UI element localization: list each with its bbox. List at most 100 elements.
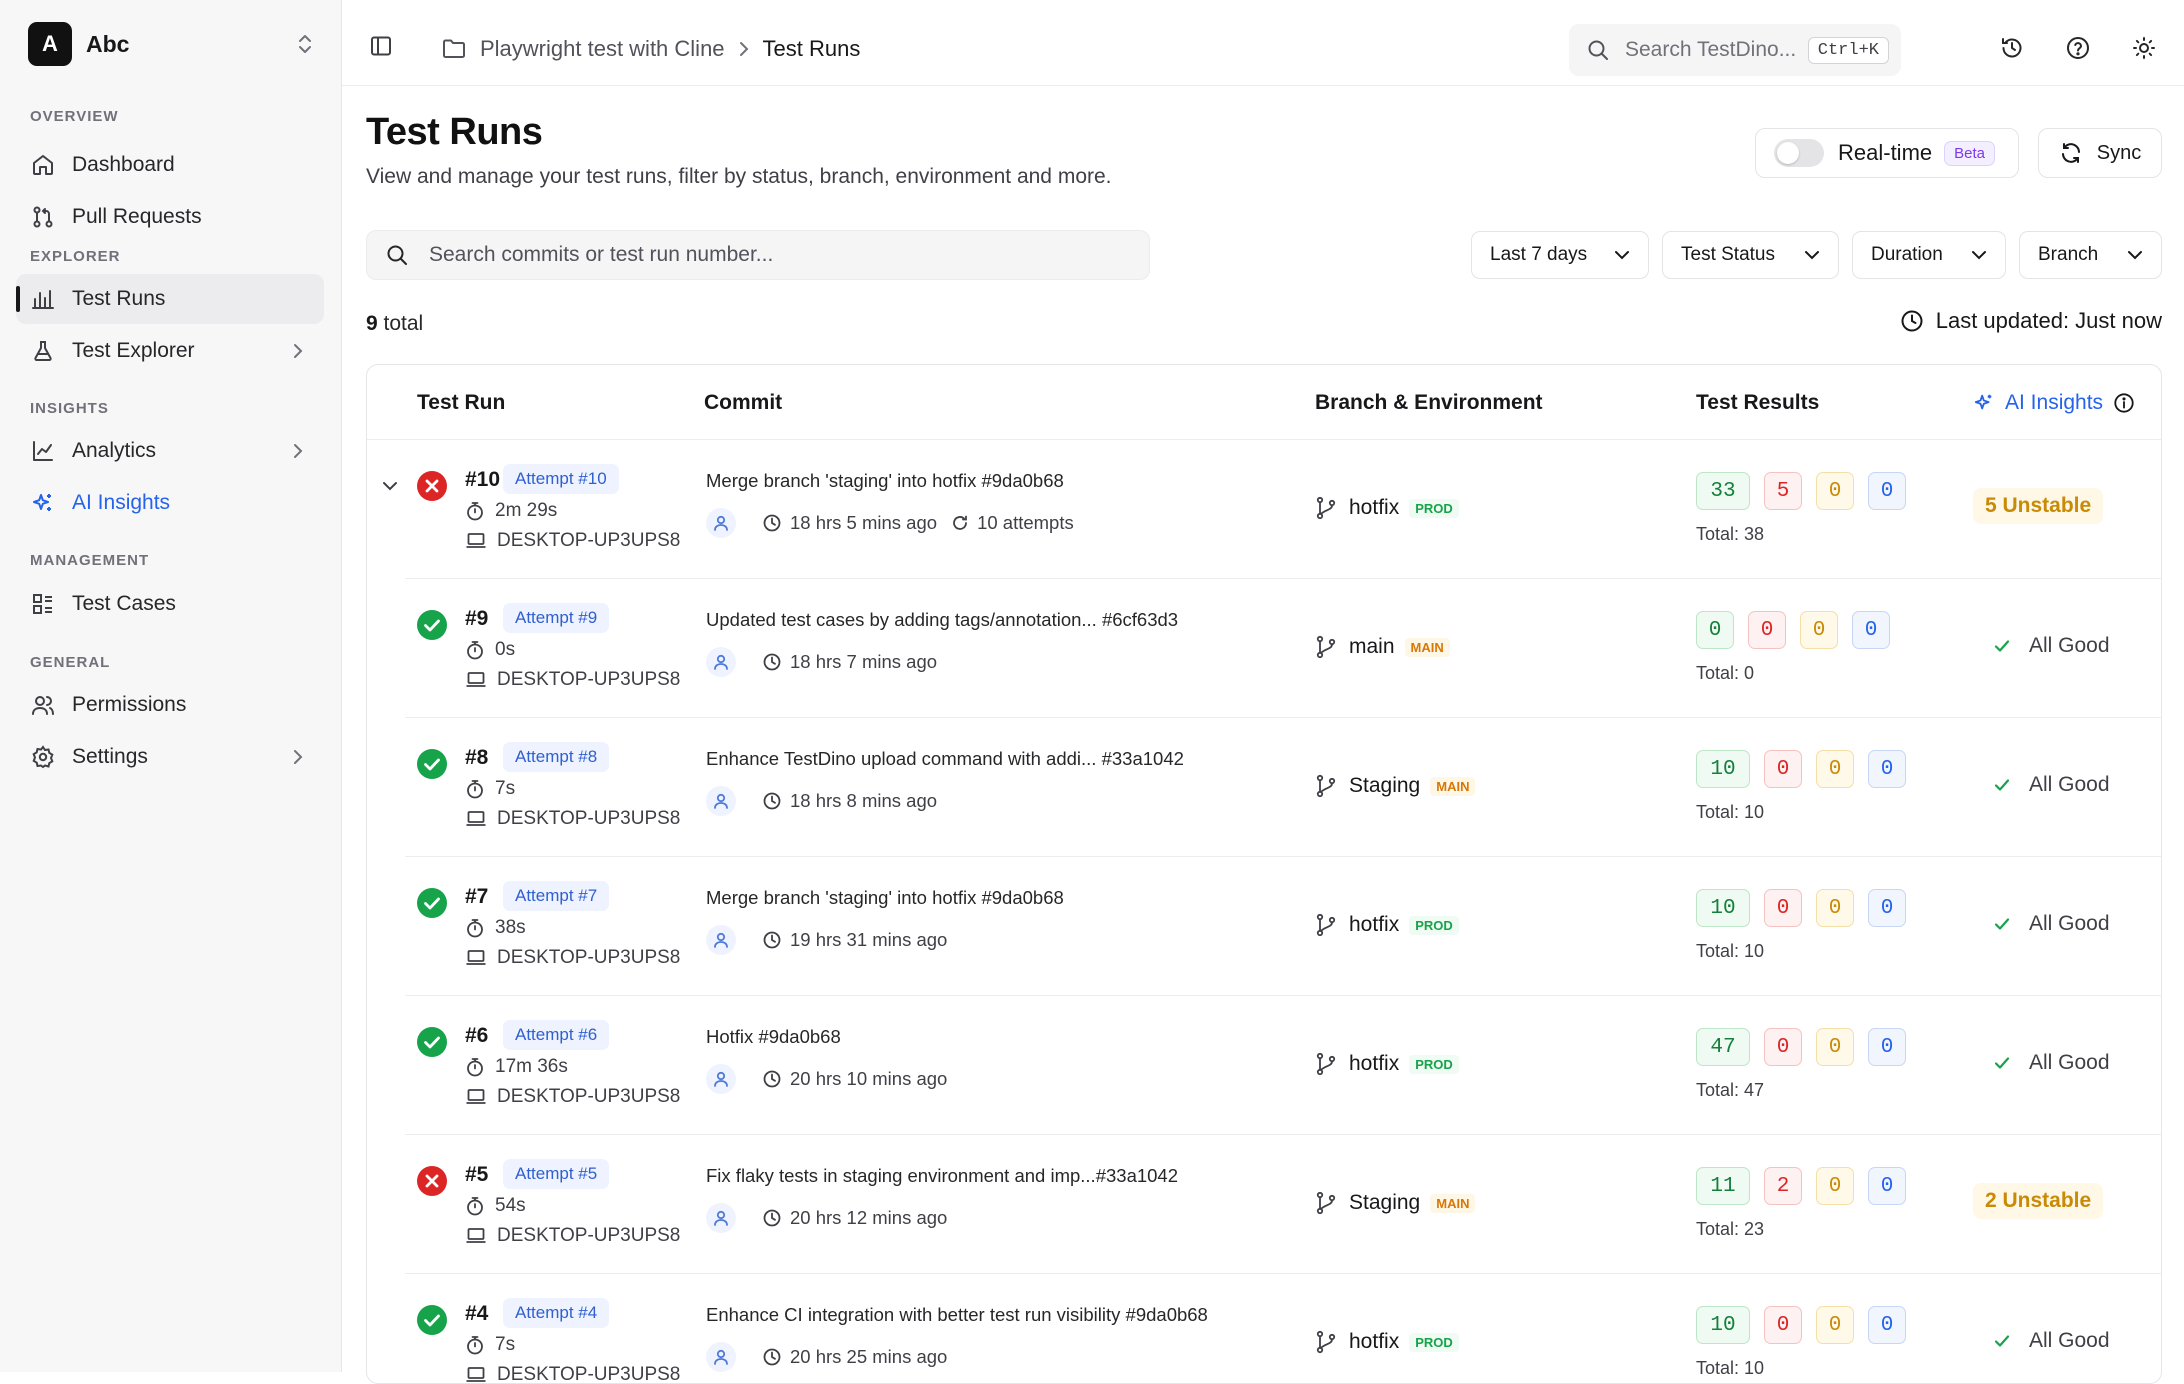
attempt-badge[interactable]: Attempt #6 [503, 1020, 610, 1050]
run-number[interactable]: #4 [465, 1302, 488, 1326]
skipped-count[interactable]: 0 [1868, 889, 1906, 927]
sidebar-item-test-cases[interactable]: Test Cases [16, 579, 324, 629]
filter-date-range[interactable]: Last 7 days [1471, 231, 1649, 279]
branch-name[interactable]: Staging [1349, 1191, 1420, 1215]
sidebar-item-pull-requests[interactable]: Pull Requests [16, 192, 324, 242]
table-row[interactable]: #10 Attempt #10 2m 29s DESKTOP-UP3UPS8 M… [367, 440, 2161, 579]
branch-name[interactable]: Staging [1349, 774, 1420, 798]
commit-message[interactable]: Enhance CI integration with better test … [706, 1304, 1208, 1326]
user-avatar-icon[interactable] [706, 1064, 736, 1094]
sidebar-item-dashboard[interactable]: Dashboard [16, 140, 324, 190]
skipped-count[interactable]: 0 [1852, 611, 1890, 649]
info-icon[interactable] [2113, 392, 2135, 414]
commit-message[interactable]: Enhance TestDino upload command with add… [706, 748, 1184, 770]
skipped-count[interactable]: 0 [1868, 1167, 1906, 1205]
passed-count[interactable]: 10 [1696, 889, 1750, 927]
column-header-ai-insights[interactable]: AI Insights [1973, 391, 2135, 415]
skipped-count[interactable]: 0 [1868, 1306, 1906, 1344]
skipped-count[interactable]: 0 [1868, 472, 1906, 510]
failed-count[interactable]: 0 [1748, 611, 1786, 649]
passed-count[interactable]: 11 [1696, 1167, 1750, 1205]
insight-unstable-badge[interactable]: 5 Unstable [1973, 488, 2104, 524]
passed-count[interactable]: 33 [1696, 472, 1750, 510]
user-avatar-icon[interactable] [706, 786, 736, 816]
run-number[interactable]: #8 [465, 746, 488, 770]
branch-name[interactable]: hotfix [1349, 1052, 1399, 1076]
failed-count[interactable]: 0 [1764, 889, 1802, 927]
sidebar-item-permissions[interactable]: Permissions [16, 680, 324, 730]
attempt-badge[interactable]: Attempt #5 [503, 1159, 610, 1189]
skipped-count[interactable]: 0 [1868, 1028, 1906, 1066]
realtime-toggle[interactable]: Real-time Beta [1755, 128, 2019, 178]
attempt-badge[interactable]: Attempt #10 [503, 464, 619, 494]
column-header-commit[interactable]: Commit [704, 391, 782, 415]
failed-count[interactable]: 5 [1764, 472, 1802, 510]
help-icon[interactable] [2066, 36, 2090, 60]
skipped-count[interactable]: 0 [1868, 750, 1906, 788]
filter-branch[interactable]: Branch [2019, 231, 2162, 279]
flaky-count[interactable]: 0 [1816, 1028, 1854, 1066]
attempt-badge[interactable]: Attempt #9 [503, 603, 610, 633]
breadcrumb-project[interactable]: Playwright test with Cline [480, 36, 725, 62]
branch-name[interactable]: main [1349, 635, 1395, 659]
table-row[interactable]: #9 Attempt #9 0s DESKTOP-UP3UPS8 Updated… [367, 579, 2161, 718]
branch-name[interactable]: hotfix [1349, 913, 1399, 937]
chevron-down-icon[interactable] [381, 480, 399, 492]
user-avatar-icon[interactable] [706, 1203, 736, 1233]
run-number[interactable]: #9 [465, 607, 488, 631]
flaky-count[interactable]: 0 [1800, 611, 1838, 649]
passed-count[interactable]: 0 [1696, 611, 1734, 649]
branch-name[interactable]: hotfix [1349, 496, 1399, 520]
sidebar-toggle-icon[interactable] [370, 35, 392, 57]
user-avatar-icon[interactable] [706, 647, 736, 677]
sidebar-item-settings[interactable]: Settings [16, 732, 324, 782]
failed-count[interactable]: 0 [1764, 750, 1802, 788]
failed-count[interactable]: 0 [1764, 1028, 1802, 1066]
history-icon[interactable] [2000, 36, 2024, 60]
filter-test-status[interactable]: Test Status [1662, 231, 1839, 279]
user-avatar-icon[interactable] [706, 1342, 736, 1372]
table-row[interactable]: #6 Attempt #6 17m 36s DESKTOP-UP3UPS8 Ho… [367, 996, 2161, 1135]
sidebar-item-analytics[interactable]: Analytics [16, 426, 324, 476]
branch-name[interactable]: hotfix [1349, 1330, 1399, 1354]
user-avatar-icon[interactable] [706, 925, 736, 955]
flaky-count[interactable]: 0 [1816, 472, 1854, 510]
table-row[interactable]: #7 Attempt #7 38s DESKTOP-UP3UPS8 Merge … [367, 857, 2161, 996]
failed-count[interactable]: 2 [1764, 1167, 1802, 1205]
global-search[interactable]: Search TestDino... Ctrl+K [1569, 24, 1901, 76]
realtime-switch[interactable] [1774, 139, 1824, 167]
passed-count[interactable]: 10 [1696, 1306, 1750, 1344]
flaky-count[interactable]: 0 [1816, 1167, 1854, 1205]
commit-message[interactable]: Merge branch 'staging' into hotfix #9da0… [706, 887, 1064, 909]
sync-button[interactable]: Sync [2038, 128, 2162, 178]
commit-message[interactable]: Fix flaky tests in staging environment a… [706, 1165, 1178, 1187]
run-number[interactable]: #5 [465, 1163, 488, 1187]
commit-message[interactable]: Hotfix #9da0b68 [706, 1026, 841, 1048]
table-row[interactable]: #5 Attempt #5 54s DESKTOP-UP3UPS8 Fix fl… [367, 1135, 2161, 1274]
run-number[interactable]: #10 [465, 468, 500, 492]
insight-unstable-badge[interactable]: 2 Unstable [1973, 1183, 2104, 1219]
flaky-count[interactable]: 0 [1816, 1306, 1854, 1344]
commit-message[interactable]: Merge branch 'staging' into hotfix #9da0… [706, 470, 1064, 492]
run-search-input[interactable]: Search commits or test run number... [366, 230, 1150, 280]
flaky-count[interactable]: 0 [1816, 750, 1854, 788]
commit-message[interactable]: Updated test cases by adding tags/annota… [706, 609, 1178, 631]
passed-count[interactable]: 47 [1696, 1028, 1750, 1066]
column-header-results[interactable]: Test Results [1696, 391, 1819, 415]
column-header-test-run[interactable]: Test Run [417, 391, 505, 415]
theme-sun-icon[interactable] [2132, 36, 2156, 60]
table-row[interactable]: #8 Attempt #8 7s DESKTOP-UP3UPS8 Enhance… [367, 718, 2161, 857]
sidebar-item-ai-insights[interactable]: AI Insights [16, 478, 324, 528]
attempt-badge[interactable]: Attempt #7 [503, 881, 610, 911]
column-header-branch[interactable]: Branch & Environment [1315, 391, 1543, 415]
filter-duration[interactable]: Duration [1852, 231, 2006, 279]
attempt-badge[interactable]: Attempt #4 [503, 1298, 610, 1328]
workspace-switcher[interactable]: A Abc [28, 21, 314, 67]
failed-count[interactable]: 0 [1764, 1306, 1802, 1344]
run-number[interactable]: #7 [465, 885, 488, 909]
attempt-badge[interactable]: Attempt #8 [503, 742, 610, 772]
flaky-count[interactable]: 0 [1816, 889, 1854, 927]
passed-count[interactable]: 10 [1696, 750, 1750, 788]
run-number[interactable]: #6 [465, 1024, 488, 1048]
sidebar-item-test-runs[interactable]: Test Runs [16, 274, 324, 324]
